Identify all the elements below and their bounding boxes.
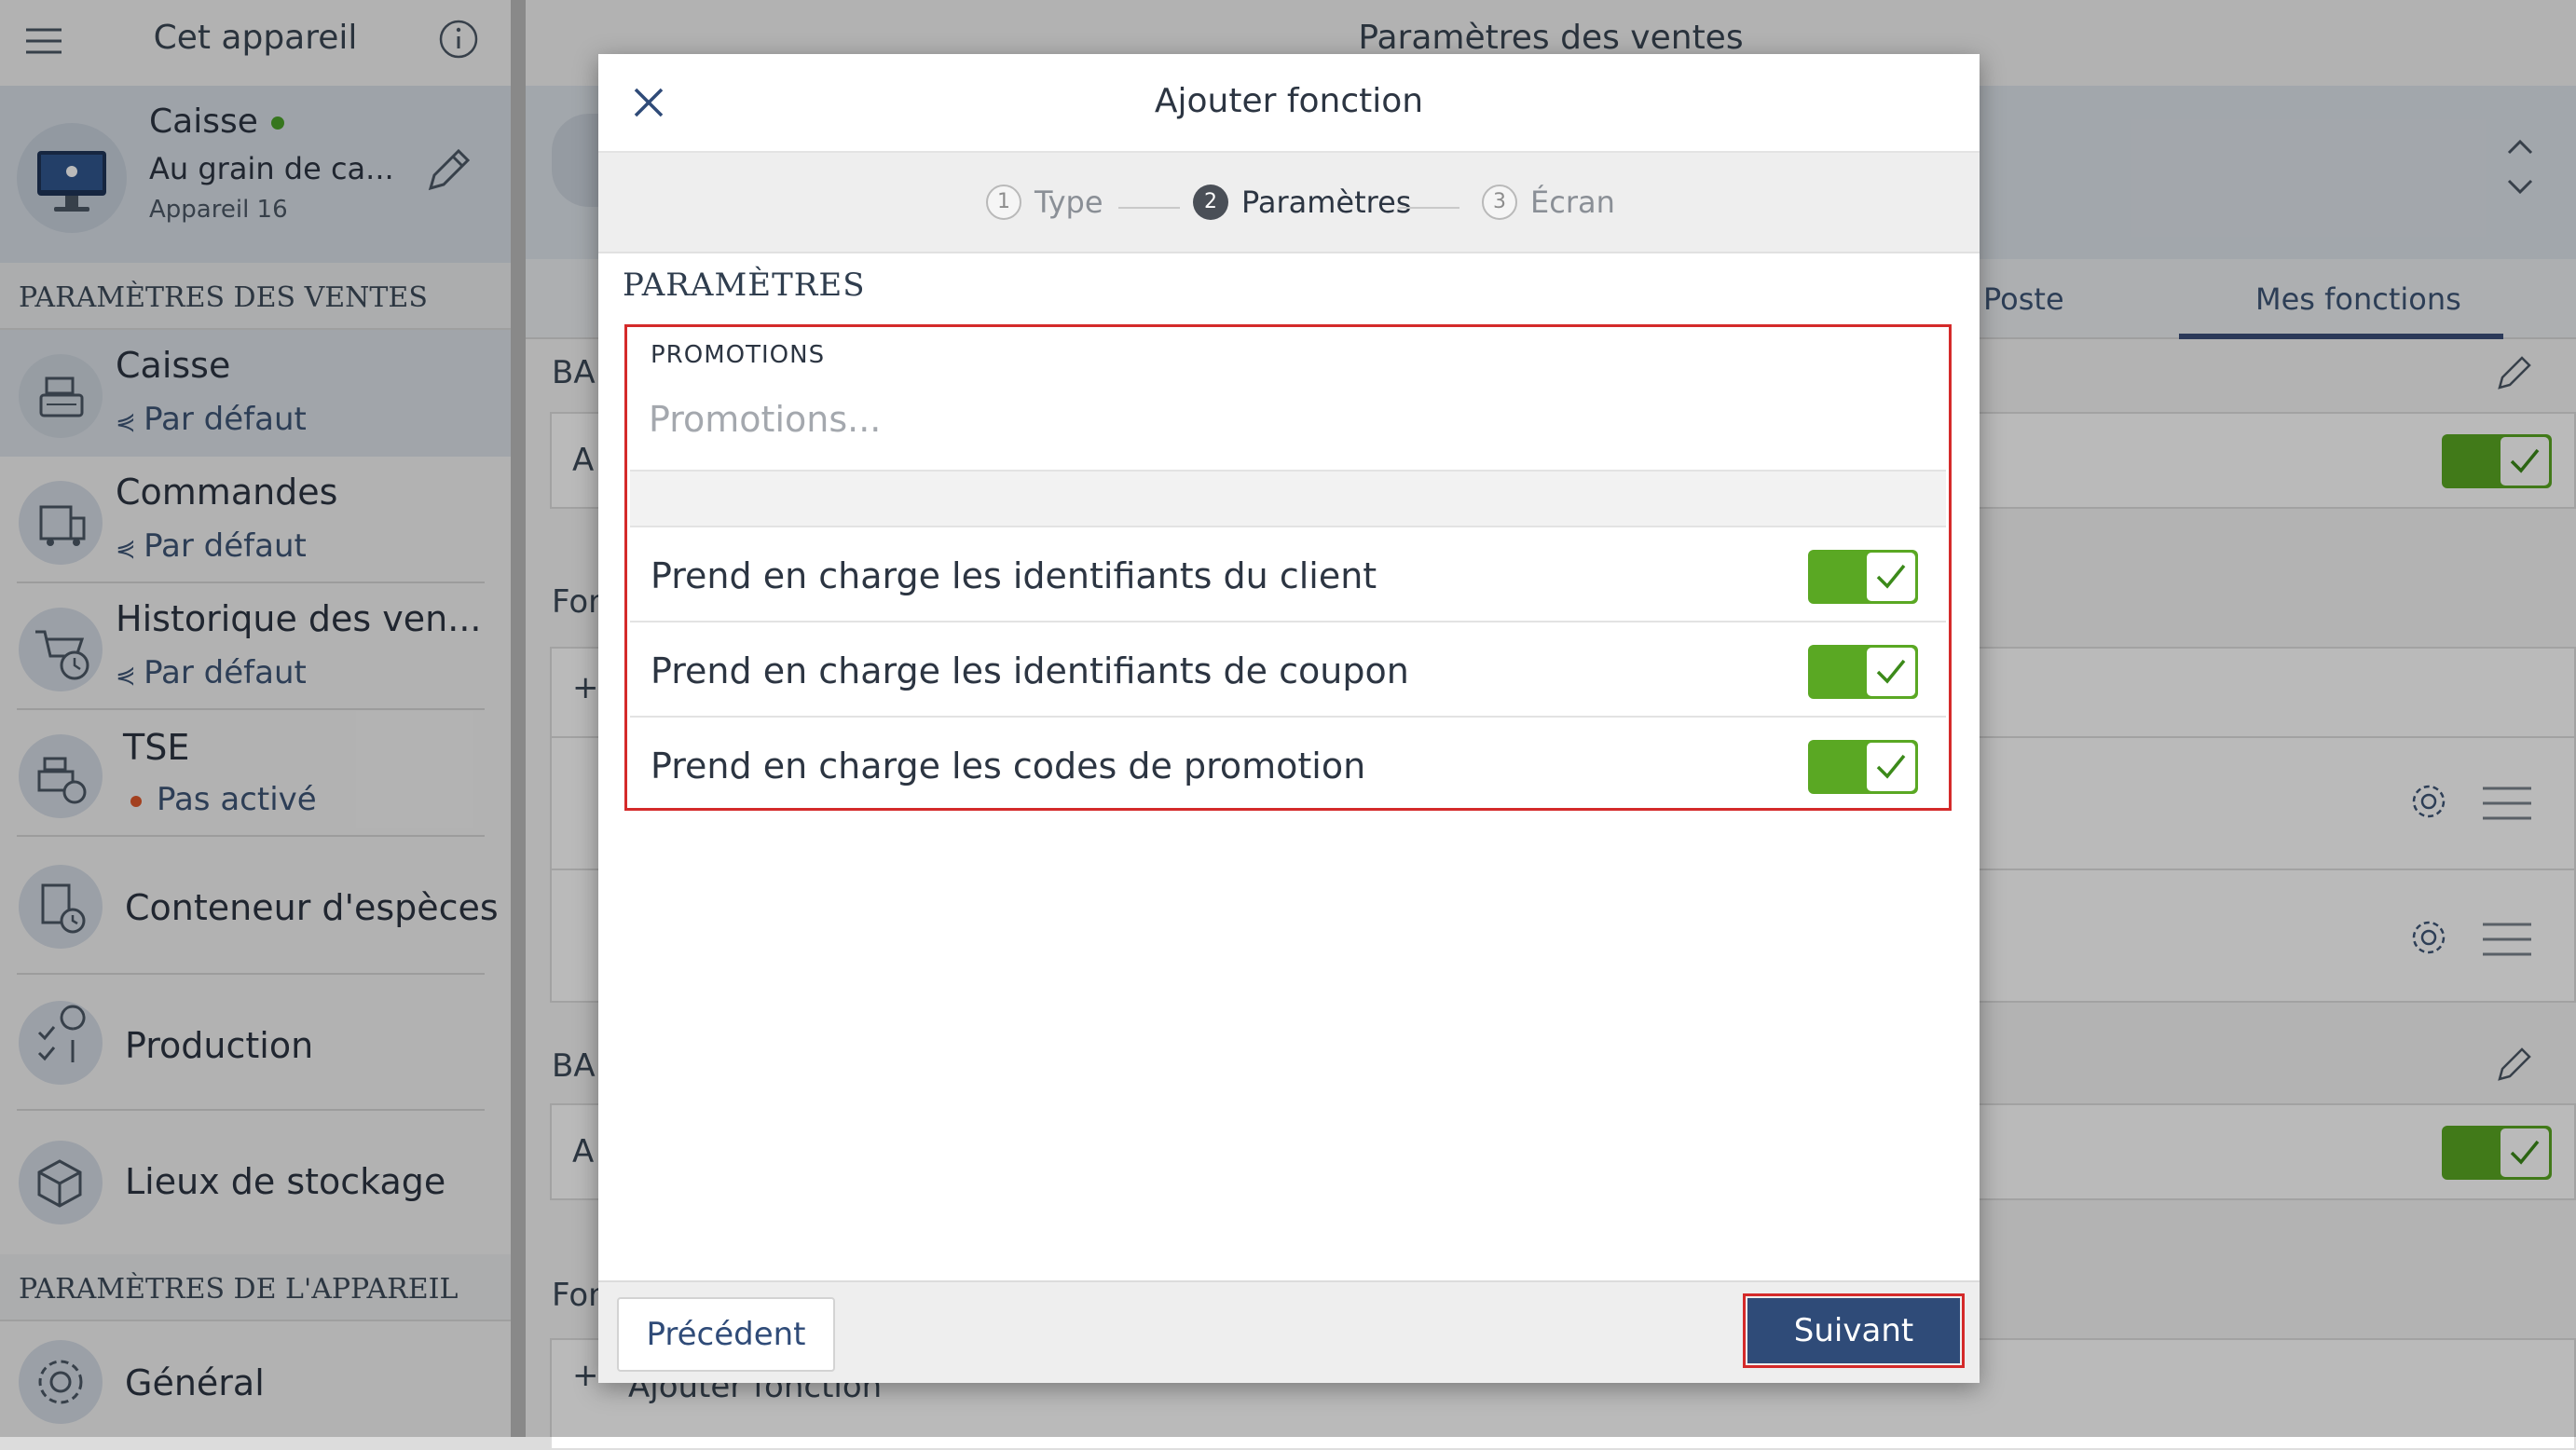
dialog-footer: Précédent Suivant [598,1280,1980,1383]
previous-button[interactable]: Précédent [617,1297,835,1372]
option-row-coupon-ids: Prend en charge les identifiants de coup… [630,622,1946,718]
option-label: Prend en charge les identifiants du clie… [651,555,1377,596]
step-label: Type [1035,185,1103,220]
options-list: Prend en charge les identifiants du clie… [598,527,1980,813]
add-function-dialog: Ajouter fonction 1 Type 2 Paramètres 3 Écra… [598,54,1980,1383]
toggle-knob [1867,553,1915,601]
step-parametres: 2 Paramètres [1193,183,1411,224]
toggle-coupon-ids[interactable] [1808,645,1918,699]
step-connector [1118,207,1180,209]
step-connector [1398,207,1459,209]
step-number: 2 [1193,185,1228,220]
check-icon [1876,754,1906,779]
toggle-knob [1867,743,1915,791]
spacer-row [630,470,1946,527]
step-label: Paramètres [1241,185,1412,220]
toggle-knob [1867,648,1915,696]
check-icon [1876,659,1906,684]
step-number: 3 [1482,185,1517,220]
next-button[interactable]: Suivant [1747,1298,1960,1363]
step-ecran: 3 Écran [1482,183,1615,224]
wizard-stepper: 1 Type 2 Paramètres 3 Écran [598,153,1980,253]
dialog-title: Ajouter fonction [1154,82,1424,120]
promotions-input[interactable] [649,380,1907,458]
option-label: Prend en charge les identifiants de coup… [651,650,1409,691]
section-title: PARAMÈTRES [623,267,866,304]
dialog-header: Ajouter fonction [598,54,1980,153]
check-icon [1876,564,1906,589]
step-label: Écran [1530,185,1615,220]
step-type: 1 Type [986,183,1103,224]
next-button-highlight: Suivant [1743,1293,1965,1368]
toggle-promo-codes[interactable] [1808,740,1918,794]
toggle-client-ids[interactable] [1808,550,1918,604]
option-label: Prend en charge les codes de promotion [651,746,1366,787]
option-row-promo-codes: Prend en charge les codes de promotion [630,718,1946,813]
step-number: 1 [986,185,1021,220]
option-row-client-ids: Prend en charge les identifiants du clie… [630,527,1946,622]
promotions-field-label: PROMOTIONS [651,341,826,369]
